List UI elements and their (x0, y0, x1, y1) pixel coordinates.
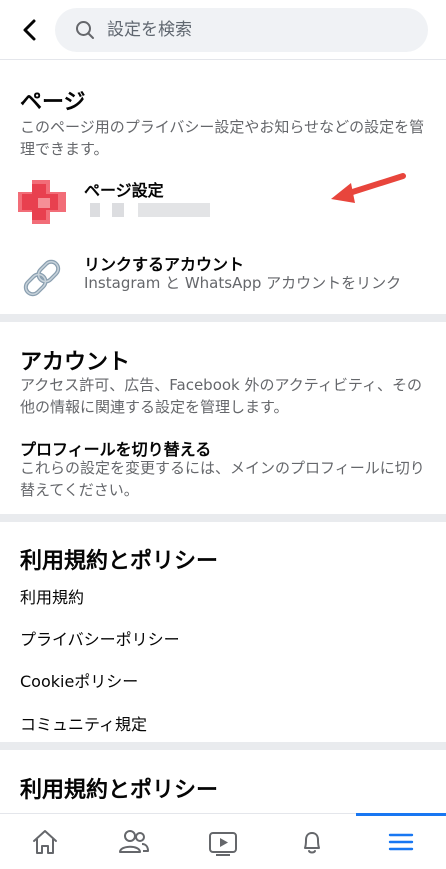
cookie-policy-link[interactable]: Cookieポリシー (20, 668, 138, 692)
annotation-arrow (331, 173, 406, 203)
terms-of-service-link[interactable]: 利用規約 (20, 584, 84, 608)
tab-notifications[interactable] (267, 814, 356, 869)
home-icon (32, 830, 57, 854)
search-bar[interactable] (55, 8, 428, 52)
search-input[interactable] (107, 8, 407, 52)
search-icon (76, 21, 94, 39)
link-icon (23, 259, 61, 297)
friends-icon (118, 830, 149, 853)
terms-section-title-2: 利用規約とポリシー (20, 778, 219, 803)
menu-icon (388, 833, 414, 851)
chevron-left-icon (23, 19, 36, 41)
privacy-policy-link[interactable]: プライバシーポリシー (20, 626, 180, 650)
tab-menu[interactable] (356, 813, 446, 869)
terms-section-title: 利用規約とポリシー (20, 549, 219, 574)
linked-accounts-sub: Instagram と WhatsApp アカウントをリンク (84, 274, 402, 292)
tab-home[interactable] (0, 814, 89, 869)
page-section-title: ページ (20, 90, 86, 115)
page-avatar (18, 180, 66, 224)
switch-profile-sub: これらの設定を変更するには、メインのプロフィールに切り替えてください。 (20, 459, 425, 499)
page-settings-label: ページ設定 (84, 181, 164, 200)
account-section-description: アクセス許可、広告、Facebook 外のアクティビティ、その他の情報に関連する… (20, 376, 422, 416)
tab-friends[interactable] (89, 814, 178, 869)
tab-watch[interactable] (178, 814, 267, 869)
section-divider (0, 514, 446, 522)
community-standards-link[interactable]: コミュニティ規定 (20, 711, 147, 735)
back-button[interactable] (14, 14, 46, 46)
top-bar (0, 0, 446, 60)
video-icon (208, 832, 237, 856)
bottom-tab-bar (0, 813, 446, 869)
section-divider (0, 314, 446, 322)
account-section-title: アカウント (20, 350, 131, 375)
page-section-description: このページ用のプライバシー設定やお知らせなどの設定を管理できます。 (20, 118, 425, 158)
bell-icon (303, 832, 320, 854)
section-divider (0, 742, 446, 750)
